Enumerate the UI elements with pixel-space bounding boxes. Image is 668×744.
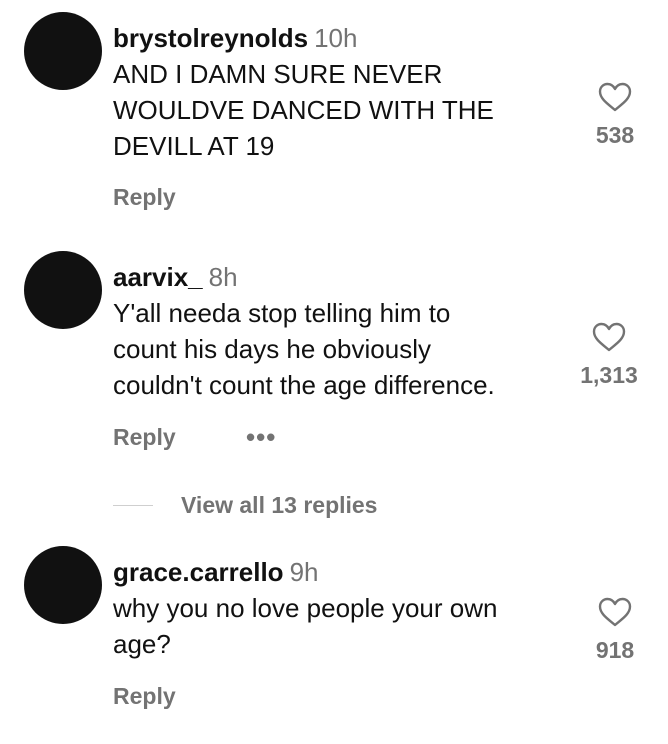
heart-outline-icon[interactable] — [592, 322, 626, 352]
comment-text-line: DEVILL AT 19 — [113, 131, 275, 161]
username[interactable]: grace.carrello — [113, 557, 284, 587]
timestamp: 10h — [314, 23, 358, 53]
timestamp: 9h — [289, 557, 319, 587]
timestamp: 8h — [208, 262, 238, 292]
reply-button[interactable]: Reply — [113, 183, 176, 211]
avatar[interactable] — [24, 546, 102, 624]
comment-header: aarvix_ 8h — [113, 261, 563, 293]
like-count: 918 — [595, 637, 635, 663]
view-replies-label[interactable]: View all 13 replies — [181, 492, 377, 519]
reply-button[interactable]: Reply — [113, 423, 176, 451]
comment-text: why you no love people your own age? — [113, 590, 563, 662]
like-column: 918 — [575, 597, 655, 664]
replies-divider-line — [113, 504, 153, 506]
comment-text-line: couldn't count the age difference. — [113, 370, 495, 400]
comment-text: Y'all needa stop telling him to count hi… — [113, 295, 563, 403]
view-replies-button[interactable]: View all 13 replies — [113, 490, 377, 520]
heart-outline-icon[interactable] — [598, 597, 632, 627]
like-column: 538 — [575, 82, 655, 149]
comment-text-line: why you no love people your own — [113, 593, 498, 623]
comment-text-line: WOULDVE DANCED WITH THE — [113, 95, 494, 125]
heart-outline-icon[interactable] — [598, 82, 632, 112]
comment-text-line: count his days he obviously — [113, 334, 431, 364]
comment-header: brystolreynolds 10h — [113, 22, 563, 54]
username[interactable]: brystolreynolds — [113, 23, 308, 53]
avatar[interactable] — [24, 12, 102, 90]
reply-button[interactable]: Reply — [113, 682, 176, 710]
comment-text-line: AND I DAMN SURE NEVER — [113, 59, 443, 89]
avatar[interactable] — [24, 251, 102, 329]
username[interactable]: aarvix_ — [113, 262, 203, 292]
more-horizontal-icon[interactable]: ••• — [246, 424, 276, 450]
like-count: 1,313 — [580, 362, 638, 388]
like-count: 538 — [595, 122, 635, 148]
like-column: 1,313 — [569, 322, 649, 389]
comment-text-line: Y'all needa stop telling him to — [113, 298, 451, 328]
comment-body: grace.carrello 9h why you no love people … — [113, 556, 563, 662]
comment-text: AND I DAMN SURE NEVER WOULDVE DANCED WIT… — [113, 56, 563, 164]
comment-body: aarvix_ 8h Y'all needa stop telling him t… — [113, 261, 563, 403]
comment-text-line: age? — [113, 629, 171, 659]
comment-header: grace.carrello 9h — [113, 556, 563, 588]
comment-body: brystolreynolds 10h AND I DAMN SURE NEVER… — [113, 22, 563, 164]
